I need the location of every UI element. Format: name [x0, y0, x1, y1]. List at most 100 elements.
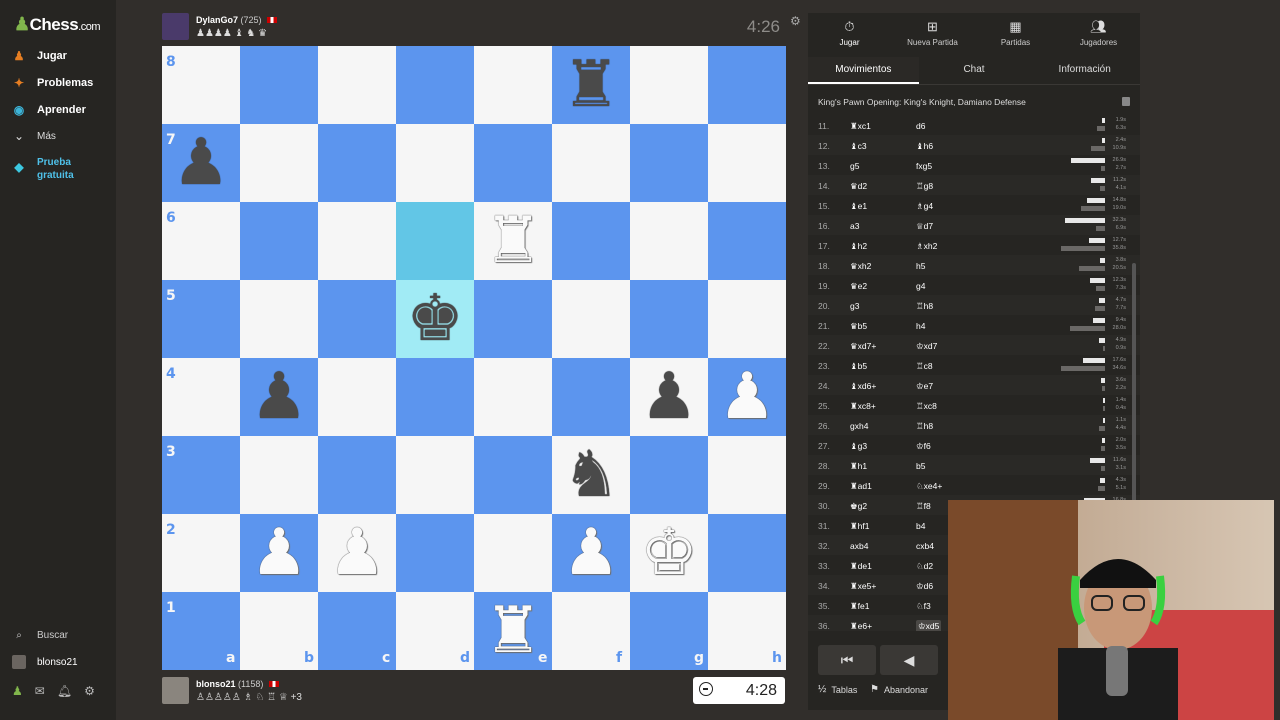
square-g6[interactable] [630, 202, 708, 280]
black-move[interactable]: b4 [916, 521, 925, 531]
move-list-scrollbar[interactable] [1132, 263, 1136, 513]
resign-button[interactable]: ⚑ Abandonar [870, 684, 928, 695]
bottom-player-name[interactable]: blonso21 (1158) [196, 679, 279, 689]
white-move[interactable]: ♜ad1 [850, 481, 872, 492]
white-move[interactable]: ♜xc8+ [850, 401, 876, 412]
square-c6[interactable] [318, 202, 396, 280]
white-move[interactable]: ♝xd6+ [850, 381, 876, 392]
black-move[interactable]: ♖xc8 [916, 401, 937, 412]
square-h2[interactable] [708, 514, 786, 592]
black-move[interactable]: ♖g8 [916, 181, 933, 192]
first-move-button[interactable]: ⏮ [818, 645, 876, 675]
bell-icon[interactable]: 🔔︎ [57, 684, 72, 698]
square-e4[interactable] [474, 358, 552, 436]
sidebar-item-mas[interactable]: ⌄ Más [12, 125, 56, 147]
square-e3[interactable] [474, 436, 552, 514]
square-d4[interactable] [396, 358, 474, 436]
black-move[interactable]: d6 [916, 121, 925, 131]
white-move[interactable]: ♝g3 [850, 441, 867, 452]
square-d8[interactable] [396, 46, 474, 124]
white-move[interactable]: g5 [850, 161, 859, 171]
square-c5[interactable] [318, 280, 396, 358]
square-e5[interactable] [474, 280, 552, 358]
sidebar-item-aprender[interactable]: ◉ Aprender [12, 99, 86, 121]
square-d6[interactable] [396, 202, 474, 280]
avatar[interactable] [162, 13, 189, 40]
white-move[interactable]: ♝b5 [850, 361, 867, 372]
white-move[interactable]: ♚g2 [850, 501, 867, 512]
white-move[interactable]: ♛e2 [850, 281, 867, 292]
square-c4[interactable] [318, 358, 396, 436]
square-d2[interactable] [396, 514, 474, 592]
white-move[interactable]: ♜hf1 [850, 521, 869, 532]
square-f5[interactable] [552, 280, 630, 358]
square-b7[interactable] [240, 124, 318, 202]
white-king-icon[interactable]: ♚ [630, 514, 708, 592]
white-move[interactable]: ♜xc1 [850, 121, 871, 132]
white-move[interactable]: ♜fe1 [850, 601, 869, 612]
black-move[interactable]: b5 [916, 461, 925, 471]
square-b3[interactable] [240, 436, 318, 514]
search-item[interactable]: ⌕ Buscar [12, 630, 68, 641]
white-move[interactable]: ♜xe5+ [850, 581, 876, 592]
white-move[interactable]: g3 [850, 301, 859, 311]
white-pawn-icon[interactable]: ♟ [708, 358, 786, 436]
book-icon[interactable] [1122, 97, 1130, 106]
top-player-name[interactable]: DylanGo7 (725) [196, 15, 278, 25]
square-c7[interactable] [318, 124, 396, 202]
black-move[interactable]: ♔d6 [916, 581, 933, 592]
square-g8[interactable] [630, 46, 708, 124]
chess-logo[interactable]: ♟Chess.com [14, 14, 101, 35]
black-move[interactable]: ♘xe4+ [916, 481, 942, 492]
sidebar-item-prueba[interactable]: ◆ Prueba gratuita [12, 156, 87, 184]
black-move[interactable]: ♘f3 [916, 601, 931, 612]
black-move[interactable]: ♕d7 [916, 221, 933, 232]
black-move[interactable]: ♖h8 [916, 301, 933, 312]
avatar[interactable] [162, 677, 189, 704]
tab-movimientos[interactable]: Movimientos [808, 57, 919, 84]
black-move[interactable]: ♔e7 [916, 381, 933, 392]
black-move[interactable]: ♘d2 [916, 561, 933, 572]
square-b5[interactable] [240, 280, 318, 358]
tab-chat[interactable]: Chat [919, 57, 1030, 84]
square-h3[interactable] [708, 436, 786, 514]
black-move[interactable]: ♗g4 [916, 201, 933, 212]
tab-jugar[interactable]: ⏱ Jugar [808, 13, 891, 53]
square-e2[interactable] [474, 514, 552, 592]
black-move[interactable]: ♖c8 [916, 361, 933, 372]
square-h5[interactable] [708, 280, 786, 358]
white-move[interactable]: ♛xd7+ [850, 341, 876, 352]
square-h6[interactable] [708, 202, 786, 280]
tab-jugadores[interactable]: 👥︎ Jugadores [1057, 13, 1140, 53]
black-move[interactable]: ♗xh2 [916, 241, 937, 252]
black-move[interactable]: ♖h8 [916, 421, 933, 432]
board-settings-icon[interactable]: ⚙ [790, 14, 801, 28]
black-move[interactable]: ♔xd7 [916, 341, 937, 352]
user-item[interactable]: blonso21 [12, 655, 78, 669]
black-move[interactable]: ♝h6 [916, 141, 933, 152]
square-g3[interactable] [630, 436, 708, 514]
white-move[interactable]: a3 [850, 221, 859, 231]
tab-partidas[interactable]: ▦ Partidas [974, 13, 1057, 53]
square-g7[interactable] [630, 124, 708, 202]
black-pawn-icon[interactable]: ♟ [240, 358, 318, 436]
black-move[interactable]: ♔f6 [916, 441, 931, 452]
white-move[interactable]: ♜de1 [850, 561, 872, 572]
square-b6[interactable] [240, 202, 318, 280]
mail-icon[interactable]: ✉ [35, 684, 45, 698]
square-b8[interactable] [240, 46, 318, 124]
square-f7[interactable] [552, 124, 630, 202]
white-move[interactable]: ♜e6+ [850, 621, 872, 631]
square-f6[interactable] [552, 202, 630, 280]
tab-nueva-partida[interactable]: ⊞ Nueva Partida [891, 13, 974, 53]
square-e7[interactable] [474, 124, 552, 202]
white-move[interactable]: ♜h1 [850, 461, 867, 472]
black-move[interactable]: h5 [916, 261, 925, 271]
white-move[interactable]: ♝h2 [850, 241, 867, 252]
square-h8[interactable] [708, 46, 786, 124]
black-move[interactable]: cxb4 [916, 541, 934, 551]
square-d3[interactable] [396, 436, 474, 514]
black-pawn-icon[interactable]: ♟ [162, 124, 240, 202]
sidebar-item-jugar[interactable]: ♟ Jugar [12, 45, 67, 67]
black-knight-icon[interactable]: ♞ [552, 436, 630, 514]
